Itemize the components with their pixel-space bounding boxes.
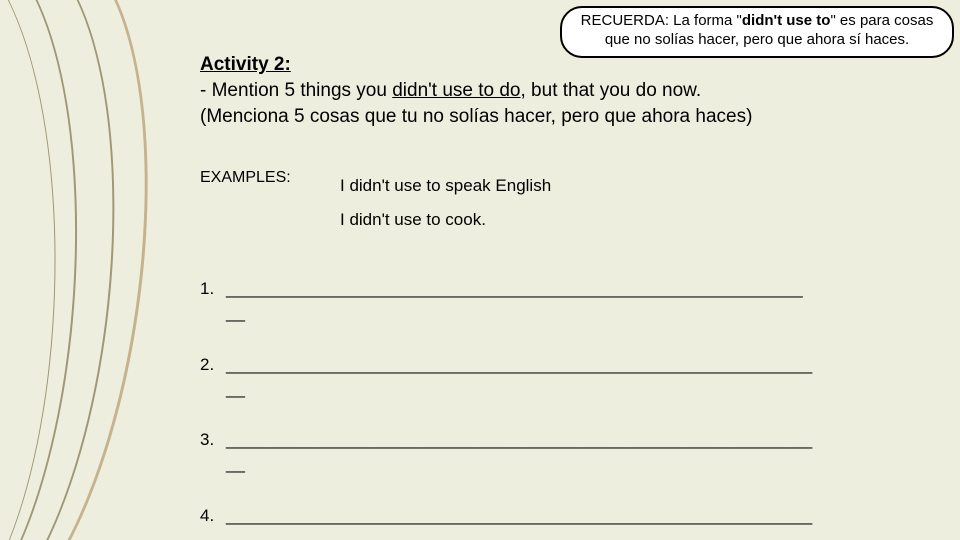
- examples-section: EXAMPLES: I didn't use to speak English …: [200, 169, 920, 237]
- item-number: 2.: [200, 353, 226, 401]
- reminder-callout: RECUERDA: La forma "didn't use to" es pa…: [560, 6, 954, 58]
- examples-label: EXAMPLES:: [200, 169, 340, 237]
- slide: RECUERDA: La forma "didn't use to" es pa…: [0, 0, 960, 540]
- blank-list: 1. _____________________________________…: [200, 277, 920, 540]
- blank-tail: __: [226, 454, 245, 473]
- blank-tail: __: [226, 530, 245, 540]
- examples-text: I didn't use to speak English I didn't u…: [340, 169, 551, 237]
- blank-line: ________________________________________…: [226, 277, 920, 325]
- callout-prefix: RECUERDA: La forma ": [581, 12, 742, 29]
- item-number: 1.: [200, 277, 226, 325]
- blank-line: ________________________________________…: [226, 504, 920, 540]
- instruction-translation: (Menciona 5 cosas que tu no solías hacer…: [200, 106, 752, 127]
- instruction-prefix: - Mention 5 things you: [200, 80, 392, 101]
- blank-underscores: ________________________________________…: [226, 279, 803, 298]
- list-item: 3. _____________________________________…: [200, 428, 920, 476]
- list-item: 4. _____________________________________…: [200, 504, 920, 540]
- blank-line: ________________________________________…: [226, 428, 920, 476]
- blank-tail: __: [226, 379, 245, 398]
- example-line-2: I didn't use to cook.: [340, 203, 551, 237]
- blank-line: ________________________________________…: [226, 353, 920, 401]
- instruction-suffix: , but that you do now.: [521, 80, 702, 101]
- callout-phrase: didn't use to: [742, 12, 831, 29]
- item-number: 3.: [200, 428, 226, 476]
- blank-underscores: ________________________________________…: [226, 355, 812, 374]
- blank-underscores: ________________________________________…: [226, 506, 812, 525]
- example-line-1: I didn't use to speak English: [340, 169, 551, 203]
- item-number: 4.: [200, 504, 226, 540]
- instruction-underlined: didn't use to do: [392, 80, 520, 101]
- list-item: 2. _____________________________________…: [200, 353, 920, 401]
- blank-tail: __: [226, 303, 245, 322]
- list-item: 1. _____________________________________…: [200, 277, 920, 325]
- content-area: Activity 2: - Mention 5 things you didn'…: [200, 54, 920, 540]
- blank-underscores: ________________________________________…: [226, 430, 812, 449]
- activity-instruction: - Mention 5 things you didn't use to do,…: [200, 78, 920, 129]
